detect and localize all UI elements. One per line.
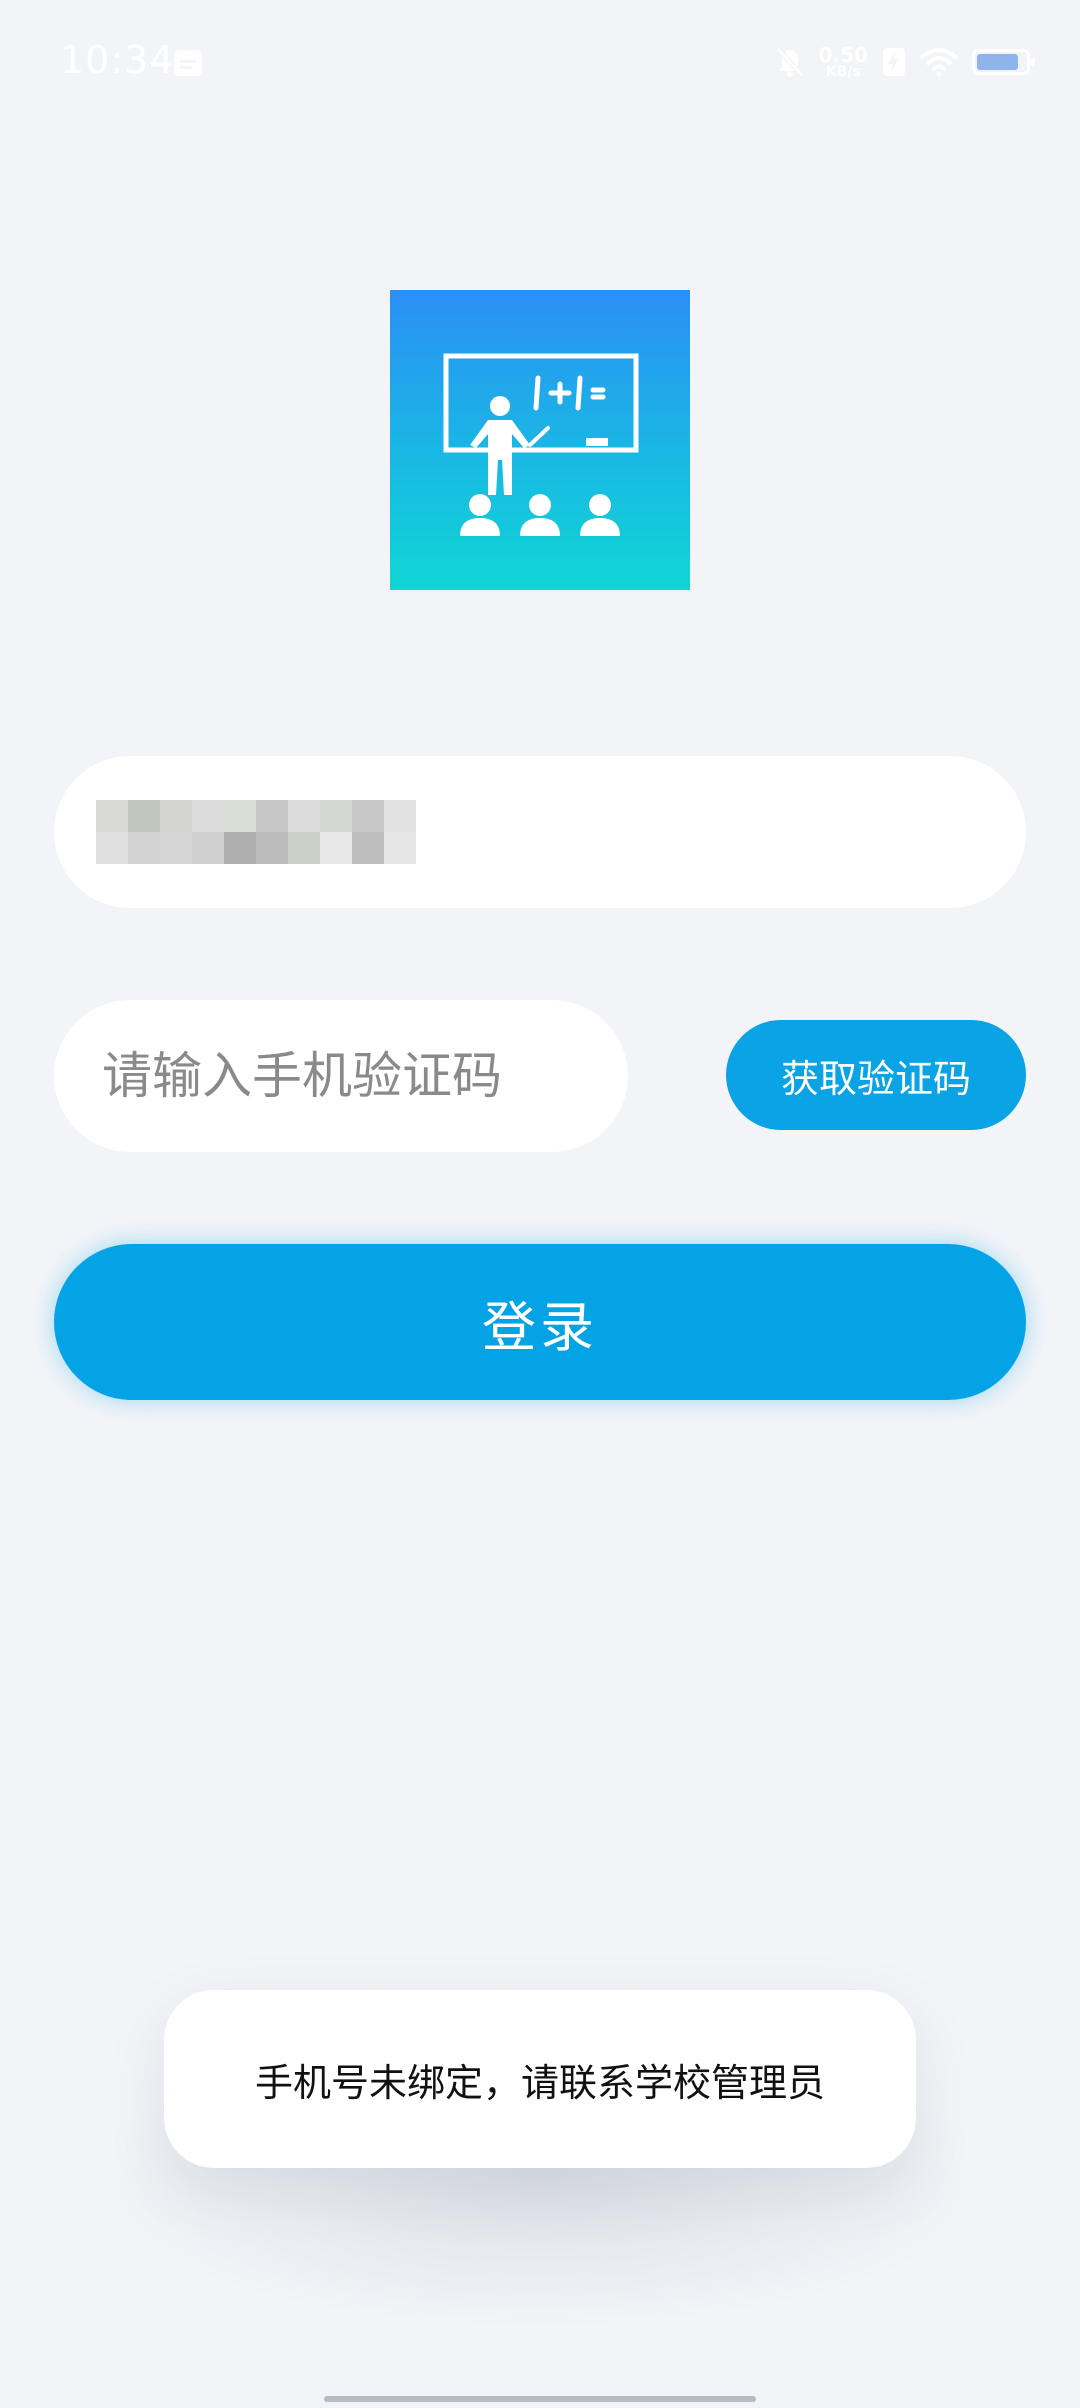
app-logo bbox=[390, 290, 690, 590]
home-indicator[interactable] bbox=[324, 2396, 756, 2402]
wifi-icon bbox=[920, 48, 958, 77]
verification-code-field[interactable] bbox=[54, 1000, 628, 1152]
status-time: 10:34 bbox=[60, 38, 175, 82]
mute-icon bbox=[775, 47, 804, 77]
phone-number-field[interactable] bbox=[54, 756, 1026, 908]
toast-message: 手机号未绑定，请联系学校管理员 bbox=[164, 1990, 916, 2168]
status-bar: 10:34 0.50 KB/s bbox=[0, 0, 1080, 128]
battery-level-fill bbox=[977, 54, 1018, 70]
net-speed-value: 0.50 bbox=[818, 43, 868, 67]
phone-number-obscured-value bbox=[96, 800, 448, 864]
battery-saver-icon bbox=[883, 48, 905, 76]
login-button[interactable]: 登录 bbox=[54, 1244, 1026, 1400]
net-speed-unit: KB/s bbox=[825, 64, 861, 80]
calendar-icon bbox=[174, 50, 202, 76]
network-speed: 0.50 KB/s bbox=[819, 45, 868, 79]
teacher-classroom-icon bbox=[443, 353, 639, 536]
verification-code-input[interactable] bbox=[100, 1046, 604, 1106]
battery-icon bbox=[972, 49, 1035, 75]
status-icons: 0.50 KB/s bbox=[775, 40, 1035, 84]
login-screen: 10:34 0.50 KB/s 请输入手机验证码 获取验证码 登录 手机号未绑定… bbox=[0, 0, 1080, 2408]
get-verification-code-button[interactable]: 获取验证码 bbox=[726, 1020, 1026, 1130]
